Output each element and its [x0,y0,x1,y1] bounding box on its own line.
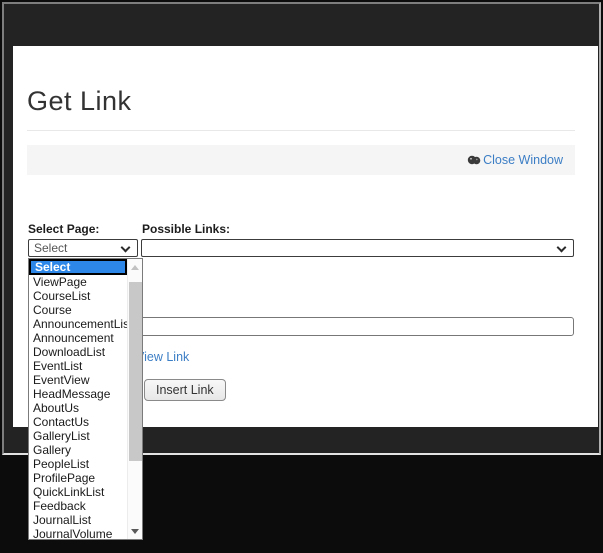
close-window-label: Close Window [483,153,563,167]
select-page-label: Select Page: [28,222,99,236]
dropdown-scrollbar[interactable] [127,259,142,539]
dropdown-option[interactable]: CourseList [29,289,127,303]
dropdown-option[interactable]: Course [29,303,127,317]
chevron-down-icon [121,243,131,253]
triangle-down-icon [131,529,139,534]
page-select-value: Select [34,241,67,255]
dropdown-option[interactable]: ProfilePage [29,471,127,485]
page-title: Get Link [27,86,132,117]
dropdown-option[interactable]: Select [29,259,127,275]
dropdown-option[interactable]: EventView [29,373,127,387]
close-window-link[interactable]: Close Window [467,153,563,167]
scrollbar-thumb[interactable] [129,282,142,461]
possible-links-select[interactable] [141,239,574,257]
triangle-up-icon [131,265,139,270]
dropdown-option[interactable]: Announcement [29,331,127,345]
scrollbar-down-button[interactable] [128,523,142,539]
view-link[interactable]: View Link [136,350,189,364]
dropdown-option[interactable]: Feedback [29,499,127,513]
page-dropdown-list[interactable]: SelectViewPageCourseListCourseAnnounceme… [28,258,143,540]
dropdown-option[interactable]: DownloadList [29,345,127,359]
dropdown-option[interactable]: AboutUs [29,401,127,415]
possible-links-label: Possible Links: [142,222,230,236]
dropdown-option[interactable]: GalleryList [29,429,127,443]
scrollbar-up-button[interactable] [128,259,142,276]
toolbar: Close Window [27,145,575,175]
dropdown-option[interactable]: QuickLinkList [29,485,127,499]
dropdown-option[interactable]: ViewPage [29,275,127,289]
page-dropdown-list-options: SelectViewPageCourseListCourseAnnounceme… [29,259,142,541]
page-select[interactable]: Select [28,239,138,257]
chevron-down-icon [557,243,567,253]
close-window-icon [467,154,481,166]
title-divider [27,130,575,131]
dropdown-option[interactable]: Gallery [29,443,127,457]
dropdown-option[interactable]: ContactUs [29,415,127,429]
dropdown-option[interactable]: JournalList [29,513,127,527]
dropdown-option[interactable]: HeadMessage [29,387,127,401]
dropdown-option[interactable]: AnnouncementList [29,317,127,331]
dropdown-option[interactable]: JournalVolume [29,527,127,541]
insert-link-button[interactable]: Insert Link [144,379,226,401]
dropdown-option[interactable]: EventList [29,359,127,373]
dropdown-option[interactable]: PeopleList [29,457,127,471]
